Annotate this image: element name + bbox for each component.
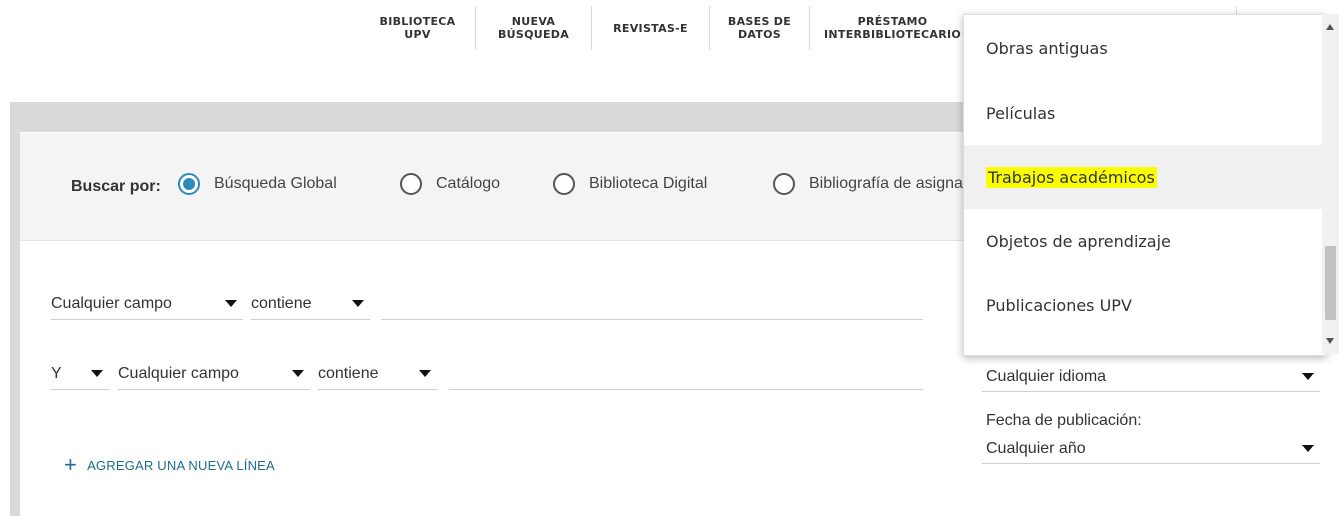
nav-prestamo-interbibliotecario[interactable]: PRÉSTAMO INTERBIBLIOTECARIO	[810, 6, 970, 50]
radio-label: Biblioteca Digital	[589, 175, 708, 192]
radio-busqueda-global[interactable]: Búsqueda Global	[178, 173, 337, 195]
nav-label: NUEVA BÚSQUEDA	[497, 15, 570, 41]
language-filter-select[interactable]: Cualquier idioma	[982, 362, 1320, 392]
radio-label: Búsqueda Global	[214, 175, 337, 192]
add-line-label: AGREGAR UNA NUEVA LÍNEA	[87, 457, 275, 473]
select-value: Y	[51, 364, 62, 382]
select-value: Cualquier campo	[51, 294, 172, 312]
nav-nueva-busqueda[interactable]: NUEVA BÚSQUEDA	[476, 6, 592, 50]
select-value: Cualquier campo	[118, 364, 239, 382]
resource-type-dropdown[interactable]: Obras antiguas Películas Trabajos académ…	[963, 14, 1327, 356]
radio-label: Catálogo	[436, 175, 501, 192]
nav-label: REVISTAS-E	[613, 21, 688, 35]
line1-operator-select[interactable]: contiene	[251, 290, 370, 320]
nav-label: BASES DE DATOS	[727, 15, 792, 41]
radio-checked-icon	[178, 173, 200, 195]
scroll-down-arrow-icon[interactable]	[1326, 338, 1334, 344]
add-new-line-button[interactable]: + AGREGAR UNA NUEVA LÍNEA	[64, 452, 275, 477]
caret-down-icon	[1302, 373, 1314, 380]
select-value: contiene	[251, 294, 312, 312]
caret-down-icon	[419, 370, 431, 377]
radio-unchecked-icon	[553, 173, 575, 195]
select-value: Cualquier idioma	[986, 367, 1107, 385]
dropdown-option-peliculas[interactable]: Películas	[964, 81, 1326, 145]
top-nav: BIBLIOTECA UPV NUEVA BÚSQUEDA REVISTAS-E…	[360, 0, 970, 60]
scroll-up-arrow-icon[interactable]	[1326, 24, 1334, 30]
dropdown-option-objetos-aprendizaje[interactable]: Objetos de aprendizaje	[964, 209, 1326, 273]
line1-search-input[interactable]	[381, 290, 923, 320]
option-label: Trabajos académicos	[986, 166, 1157, 188]
date-filter-label: Fecha de publicación:	[986, 412, 1142, 429]
nav-label: BIBLIOTECA UPV	[379, 15, 456, 41]
radio-unchecked-icon	[400, 173, 422, 195]
option-label: Obras antiguas	[986, 38, 1108, 58]
dropdown-scrollbar[interactable]	[1322, 14, 1339, 354]
nav-revistas-e[interactable]: REVISTAS-E	[592, 6, 710, 50]
line2-search-input[interactable]	[449, 360, 923, 390]
line2-operator-select[interactable]: contiene	[318, 360, 437, 390]
search-by-label: Buscar por:	[71, 178, 161, 195]
plus-icon: +	[64, 452, 78, 477]
line2-field-select[interactable]: Cualquier campo	[118, 360, 310, 390]
select-value: Cualquier año	[986, 439, 1086, 457]
radio-biblioteca-digital[interactable]: Biblioteca Digital	[553, 173, 707, 195]
radio-unchecked-icon	[773, 173, 795, 195]
dropdown-option-trabajos-academicos[interactable]: Trabajos académicos	[964, 145, 1326, 209]
caret-down-icon	[225, 300, 237, 307]
dropdown-option-obras-antiguas[interactable]: Obras antiguas	[964, 15, 1326, 81]
nav-biblioteca-upv[interactable]: BIBLIOTECA UPV	[360, 6, 476, 50]
caret-down-icon	[352, 300, 364, 307]
scrollbar-thumb[interactable]	[1325, 246, 1336, 320]
line1-field-select[interactable]: Cualquier campo	[51, 290, 243, 320]
line2-boolean-select[interactable]: Y	[51, 360, 109, 390]
date-filter-select[interactable]: Cualquier año	[982, 434, 1320, 464]
nav-label: PRÉSTAMO INTERBIBLIOTECARIO	[824, 15, 962, 41]
nav-bases-de-datos[interactable]: BASES DE DATOS	[710, 6, 810, 50]
caret-down-icon	[1302, 445, 1314, 452]
option-label: Películas	[986, 103, 1056, 123]
radio-catalogo[interactable]: Catálogo	[400, 173, 500, 195]
caret-down-icon	[292, 370, 304, 377]
select-value: contiene	[318, 364, 379, 382]
panel-left-border	[10, 132, 20, 516]
dropdown-option-publicaciones-upv[interactable]: Publicaciones UPV	[964, 273, 1326, 337]
option-label: Publicaciones UPV	[986, 295, 1132, 315]
caret-down-icon	[91, 370, 103, 377]
option-label: Objetos de aprendizaje	[986, 231, 1171, 251]
